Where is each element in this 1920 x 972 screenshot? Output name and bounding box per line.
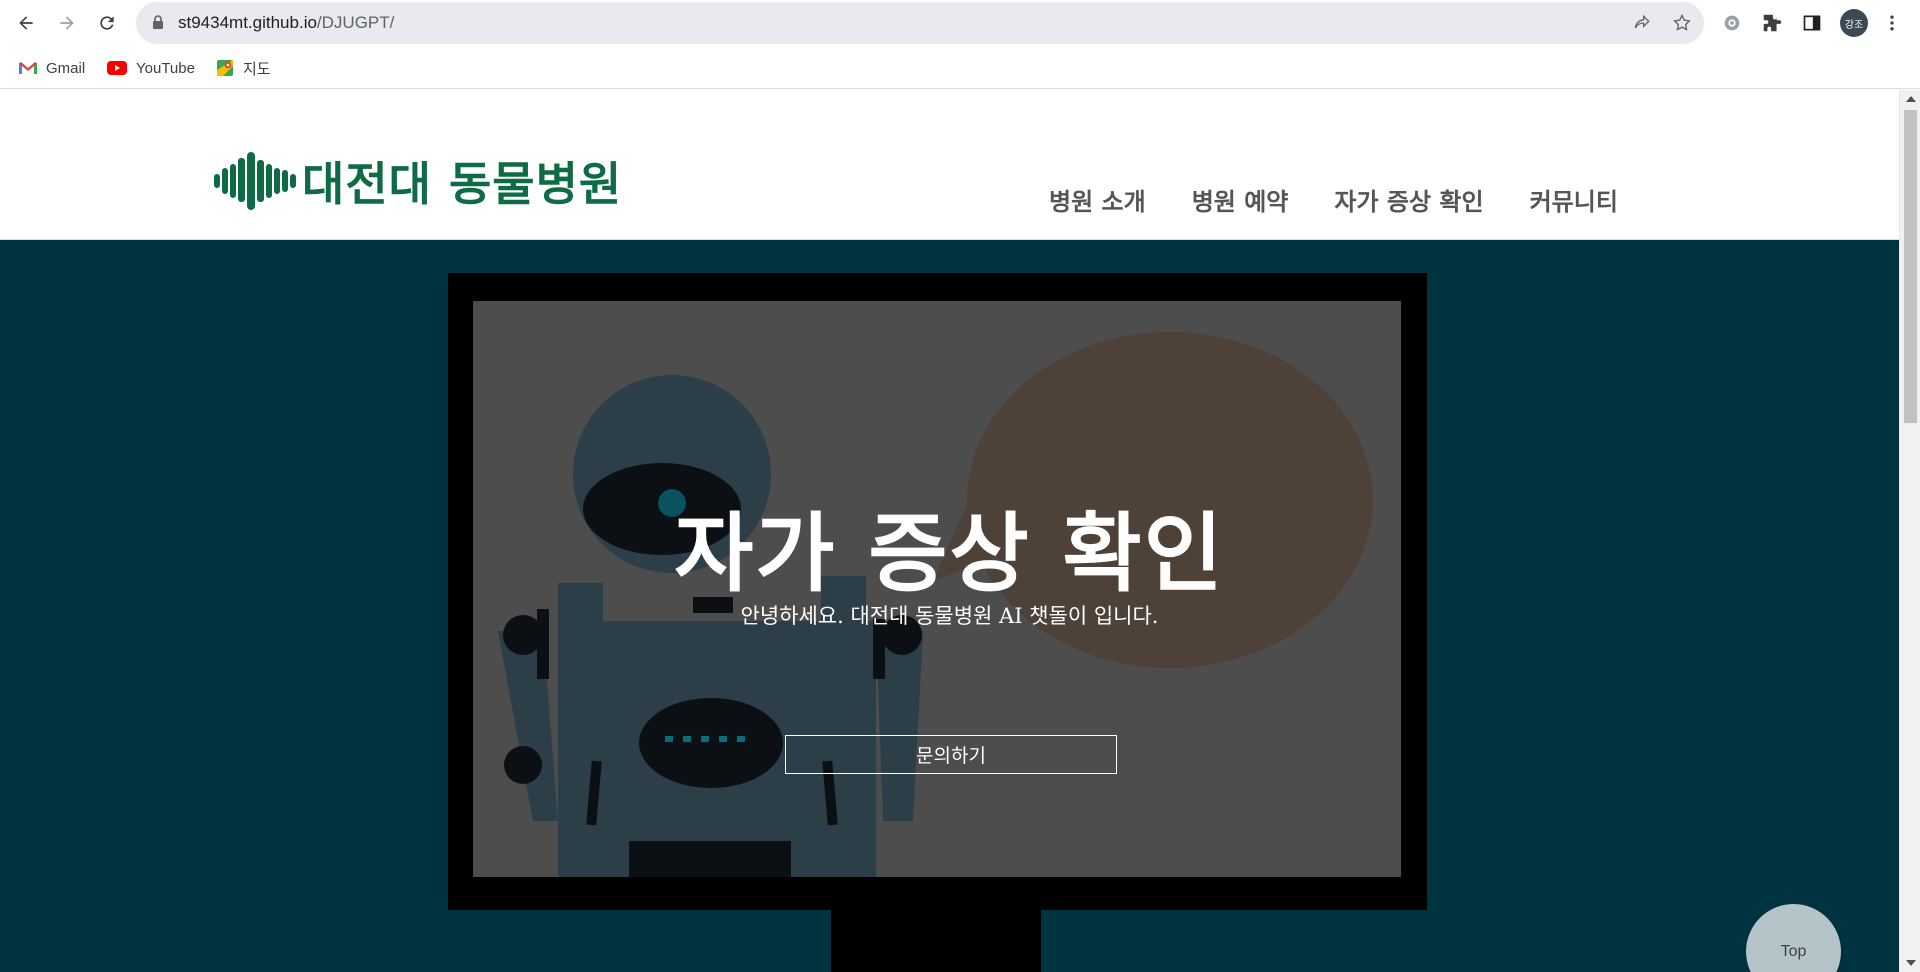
profile-avatar[interactable]: 강조: [1840, 9, 1868, 37]
hero-title: 자가 증상 확인: [674, 503, 1225, 604]
url-text: st9434mt.github.io/DJUGPT/: [178, 13, 395, 32]
scrollbar-thumb[interactable]: [1904, 110, 1917, 423]
reload-button[interactable]: [91, 7, 123, 39]
arrow-left-icon: [19, 16, 33, 30]
monitor-stand: [831, 910, 1041, 972]
lock-icon: [153, 15, 163, 29]
back-button[interactable]: [10, 7, 42, 39]
nav-self-symptom-check[interactable]: 자가 증상 확인: [1334, 182, 1483, 217]
hero-subtitle: 안녕하세요. 대전대 동물병원 AI 챗돌이 입니다.: [740, 604, 1159, 628]
site-header: 대전대 동물병원 병원 소개 병원 예약 자가 증상 확인 커뮤니티: [0, 90, 1899, 240]
bookmark-youtube[interactable]: YouTube: [107, 57, 195, 79]
site-logo[interactable]: 대전대 동물병원: [212, 148, 622, 214]
maps-icon: [217, 60, 233, 76]
nav-hospital-intro[interactable]: 병원 소개: [1049, 182, 1146, 217]
side-panel-icon[interactable]: [1800, 11, 1824, 35]
bookmark-star-icon[interactable]: [1672, 13, 1692, 33]
soundwave-logo-icon: [214, 152, 296, 210]
main-nav: 병원 소개 병원 예약 자가 증상 확인 커뮤니티: [1049, 182, 1618, 217]
extension-gear-icon[interactable]: [1720, 11, 1744, 35]
share-icon[interactable]: [1632, 13, 1652, 33]
scroll-top-button[interactable]: Top: [1746, 904, 1841, 972]
nav-hospital-reservation[interactable]: 병원 예약: [1192, 182, 1289, 217]
reload-icon: [100, 16, 114, 30]
scroll-up-arrow-icon[interactable]: [1906, 96, 1916, 102]
arrow-right-icon: [60, 16, 74, 30]
gmail-icon: [19, 62, 37, 74]
address-bar[interactable]: st9434mt.github.io/DJUGPT/: [136, 2, 1704, 44]
browser-toolbar: st9434mt.github.io/DJUGPT/ 강조: [0, 0, 1920, 46]
page-scrollbar[interactable]: [1899, 90, 1920, 972]
bookmark-maps[interactable]: 지도: [216, 57, 271, 79]
forward-button[interactable]: [51, 7, 83, 39]
inquiry-button[interactable]: 문의하기: [785, 735, 1117, 774]
page-viewport: 대전대 동물병원 병원 소개 병원 예약 자가 증상 확인 커뮤니티 자가 증상…: [0, 90, 1899, 972]
scroll-down-arrow-icon[interactable]: [1906, 960, 1916, 966]
youtube-icon: [107, 61, 127, 75]
extensions-puzzle-icon[interactable]: [1760, 11, 1784, 35]
menu-dots-icon[interactable]: [1880, 11, 1904, 35]
bookmarks-bar: Gmail YouTube 지도: [0, 46, 1920, 89]
hero-section: 자가 증상 확인 안녕하세요. 대전대 동물병원 AI 챗돌이 입니다. 문의하…: [0, 240, 1899, 972]
nav-community[interactable]: 커뮤니티: [1530, 182, 1618, 217]
site-logo-text: 대전대 동물병원: [302, 157, 623, 211]
bookmark-gmail[interactable]: Gmail: [19, 57, 85, 79]
